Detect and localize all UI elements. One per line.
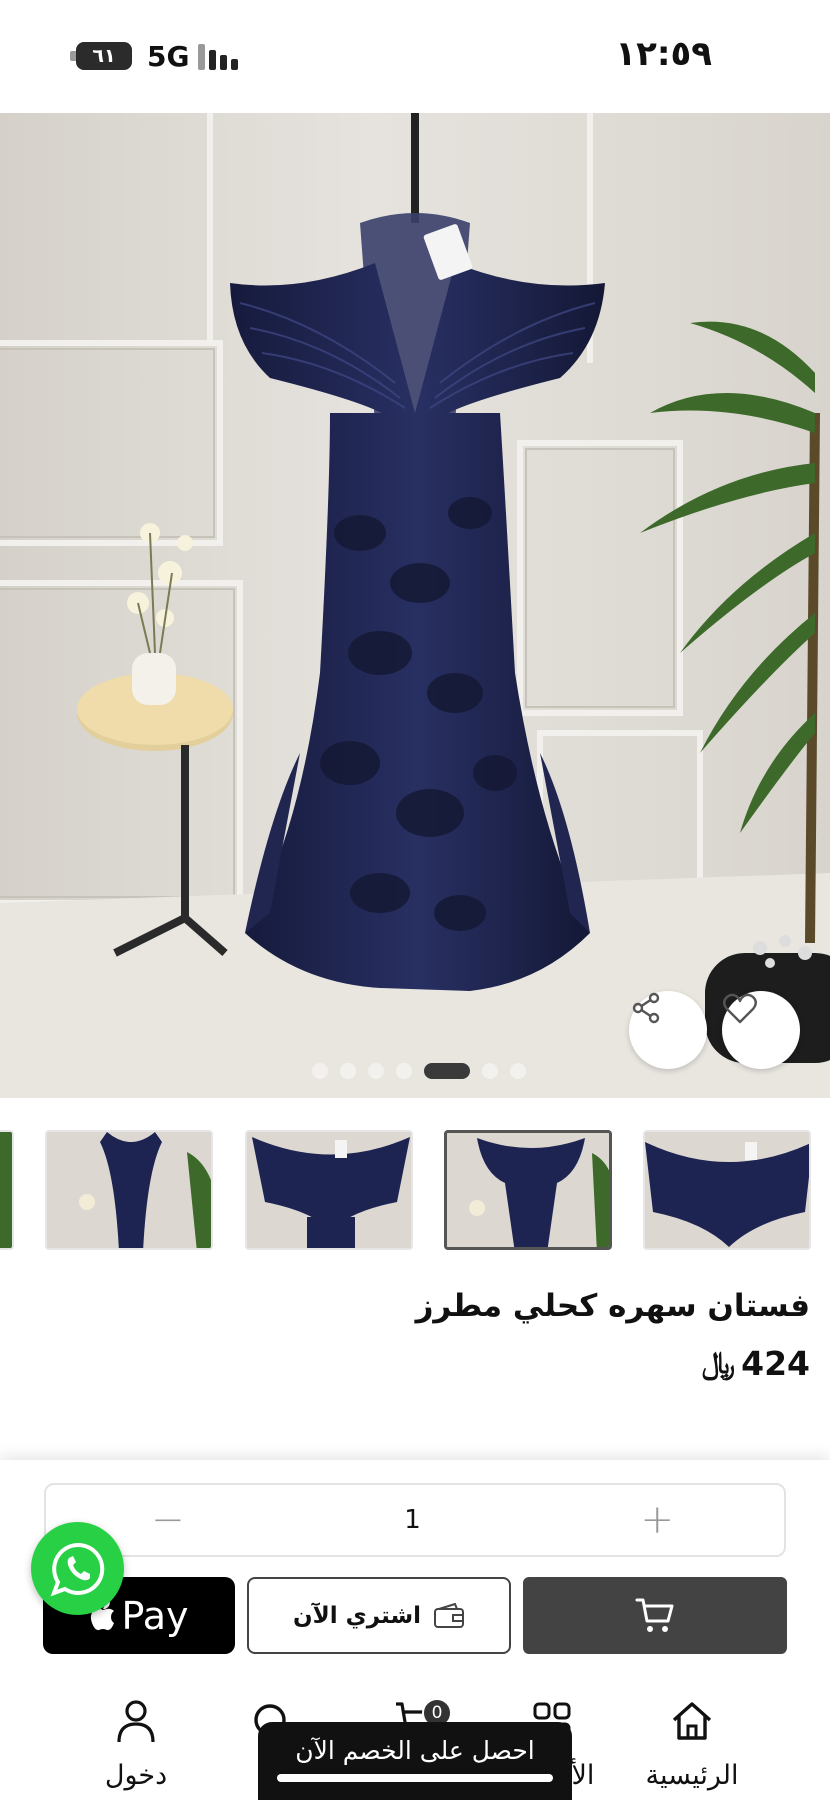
user-icon — [117, 1700, 155, 1743]
nav-item-login[interactable]: دخول — [61, 1698, 211, 1791]
discount-banner-text: احصل على الخصم الآن — [295, 1736, 535, 1765]
pagination-dot[interactable] — [482, 1063, 498, 1079]
pagination-dot[interactable] — [312, 1063, 328, 1079]
share-icon — [632, 992, 660, 1024]
currency-symbol: ﷼ — [701, 1346, 736, 1381]
status-bar: ٦١ 5G ١٢:٥٩ — [0, 0, 830, 113]
increase-quantity-button[interactable]: + — [640, 1500, 674, 1540]
purchase-panel: − 1 + Pay اشتري الآن — [0, 1460, 830, 1690]
pagination-dot[interactable] — [340, 1063, 356, 1079]
home-icon — [672, 1702, 712, 1740]
whatsapp-icon — [50, 1542, 104, 1596]
product-screen: ٦١ 5G ١٢:٥٩ فستان سهره كحلي مطرز 424 ﷼ −… — [0, 0, 830, 1800]
apple-pay-label: Pay — [121, 1593, 189, 1638]
network-type: 5G — [147, 40, 190, 73]
clock: ١٢:٥٩ — [615, 34, 712, 74]
product-price: 424 ﷼ — [702, 1344, 810, 1383]
pagination-dot[interactable] — [368, 1063, 384, 1079]
thumbnail-strip — [0, 1130, 830, 1250]
pagination-dot[interactable] — [396, 1063, 412, 1079]
thumbnail[interactable] — [0, 1130, 14, 1250]
wallet-icon — [433, 1602, 464, 1628]
decrease-quantity-button[interactable]: − — [151, 1500, 185, 1540]
thumbnail-active[interactable] — [444, 1130, 612, 1250]
home-indicator — [277, 1774, 553, 1782]
battery-indicator: ٦١ — [70, 42, 132, 70]
buy-now-button[interactable]: اشتري الآن — [247, 1577, 511, 1654]
add-to-cart-button[interactable] — [523, 1577, 787, 1654]
nav-item-home[interactable]: الرئيسية — [617, 1698, 767, 1791]
buy-now-label: اشتري الآن — [293, 1602, 421, 1629]
cart-icon — [635, 1598, 674, 1632]
product-image-gallery[interactable] — [0, 113, 830, 1098]
signal-icon — [198, 44, 238, 70]
product-photo — [0, 113, 830, 1098]
thumbnail[interactable] — [45, 1130, 213, 1250]
discount-banner[interactable]: احصل على الخصم الآن — [258, 1722, 572, 1800]
nav-label: الرئيسية — [645, 1760, 739, 1791]
pagination-dot-active[interactable] — [424, 1063, 470, 1079]
thumbnail[interactable] — [245, 1130, 413, 1250]
whatsapp-button[interactable] — [31, 1522, 124, 1615]
pagination-dot[interactable] — [510, 1063, 526, 1079]
quantity-stepper: − 1 + — [44, 1483, 786, 1557]
nav-label: دخول — [104, 1760, 168, 1791]
product-title: فستان سهره كحلي مطرز — [415, 1288, 810, 1324]
heart-icon — [723, 993, 757, 1024]
price-value: 424 — [741, 1344, 810, 1383]
thumbnail[interactable] — [643, 1130, 811, 1250]
quantity-value[interactable]: 1 — [404, 1505, 421, 1535]
gallery-pagination — [312, 1063, 526, 1079]
share-button[interactable] — [629, 991, 707, 1069]
favorite-button[interactable] — [722, 991, 800, 1069]
